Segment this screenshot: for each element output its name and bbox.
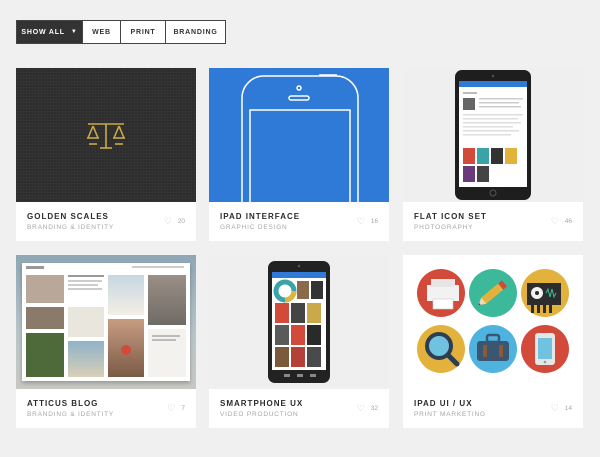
card-title[interactable]: SMARTPHONE UX [220,399,303,408]
card-category: BRANDING & IDENTITY [27,224,115,231]
like-count: 16 [370,218,378,225]
card-title[interactable]: ATTICUS BLOG [27,399,98,408]
card-thumbnail[interactable] [209,255,389,389]
portfolio-card[interactable]: GOLDEN SCALES BRANDING & IDENTITY ♡ 20 [16,68,196,241]
card-thumbnail[interactable] [16,68,196,202]
heart-icon[interactable]: ♡ [551,216,559,227]
portfolio-card[interactable]: IPAD UI / UX PRINT MARKETING ♡ 14 [403,255,583,428]
card-title[interactable]: IPAD INTERFACE [220,212,300,221]
filter-print-button[interactable]: PRINT [121,20,166,44]
card-thumbnail[interactable] [16,255,196,389]
like-counter[interactable]: ♡ 14 [551,403,572,414]
like-counter[interactable]: ♡ 20 [164,216,185,227]
golden-scales-logo-icon [87,123,125,149]
like-counter[interactable]: ♡ 7 [167,403,185,414]
filter-show-all-button[interactable]: SHOW ALL ▼ [16,20,83,44]
like-counter[interactable]: ♡ 16 [357,216,378,227]
portfolio-card[interactable]: ATTICUS BLOG BRANDING & IDENTITY ♡ 7 [16,255,196,428]
card-category: GRAPHIC DESIGN [220,224,288,231]
like-count: 32 [370,405,378,412]
filter-label: PRINT [130,28,156,36]
card-category: VIDEO PRODUCTION [220,411,299,418]
blog-mockup-icon [22,263,190,381]
card-title[interactable]: IPAD UI / UX [414,399,473,408]
like-count: 46 [564,218,572,225]
android-phone-mockup-icon [268,261,330,383]
filter-branding-button[interactable]: BRANDING [166,20,226,44]
heart-icon[interactable]: ♡ [164,216,172,227]
heart-icon[interactable]: ♡ [551,403,559,414]
card-title[interactable]: GOLDEN SCALES [27,212,109,221]
filter-label: BRANDING [173,28,218,36]
flat-icons-grid-icon [417,269,569,373]
card-category: PHOTOGRAPHY [414,224,474,231]
filter-web-button[interactable]: WEB [83,20,121,44]
portfolio-card[interactable]: SMARTPHONE UX VIDEO PRODUCTION ♡ 32 [209,255,389,428]
card-thumbnail[interactable] [403,68,583,202]
card-thumbnail[interactable] [209,68,389,202]
like-count: 7 [181,405,185,412]
ipad-mockup-icon [455,70,531,200]
portfolio-card[interactable]: IPAD INTERFACE GRAPHIC DESIGN ♡ 16 [209,68,389,241]
card-title[interactable]: FLAT ICON SET [414,212,487,221]
card-category: PRINT MARKETING [414,411,486,418]
card-category: BRANDING & IDENTITY [27,411,115,418]
heart-icon[interactable]: ♡ [167,403,175,414]
filter-label: WEB [92,28,111,36]
like-count: 14 [564,405,572,412]
like-counter[interactable]: ♡ 32 [357,403,378,414]
filter-bar: SHOW ALL ▼ WEB PRINT BRANDING [16,20,226,44]
filter-label: SHOW ALL [21,28,65,36]
phone-outline-icon [241,74,359,202]
heart-icon[interactable]: ♡ [357,403,365,414]
heart-icon[interactable]: ♡ [357,216,365,227]
like-count: 20 [177,218,185,225]
chevron-down-icon: ▼ [70,29,78,35]
card-thumbnail[interactable] [403,255,583,389]
portfolio-card[interactable]: FLAT ICON SET PHOTOGRAPHY ♡ 46 [403,68,583,241]
like-counter[interactable]: ♡ 46 [551,216,572,227]
